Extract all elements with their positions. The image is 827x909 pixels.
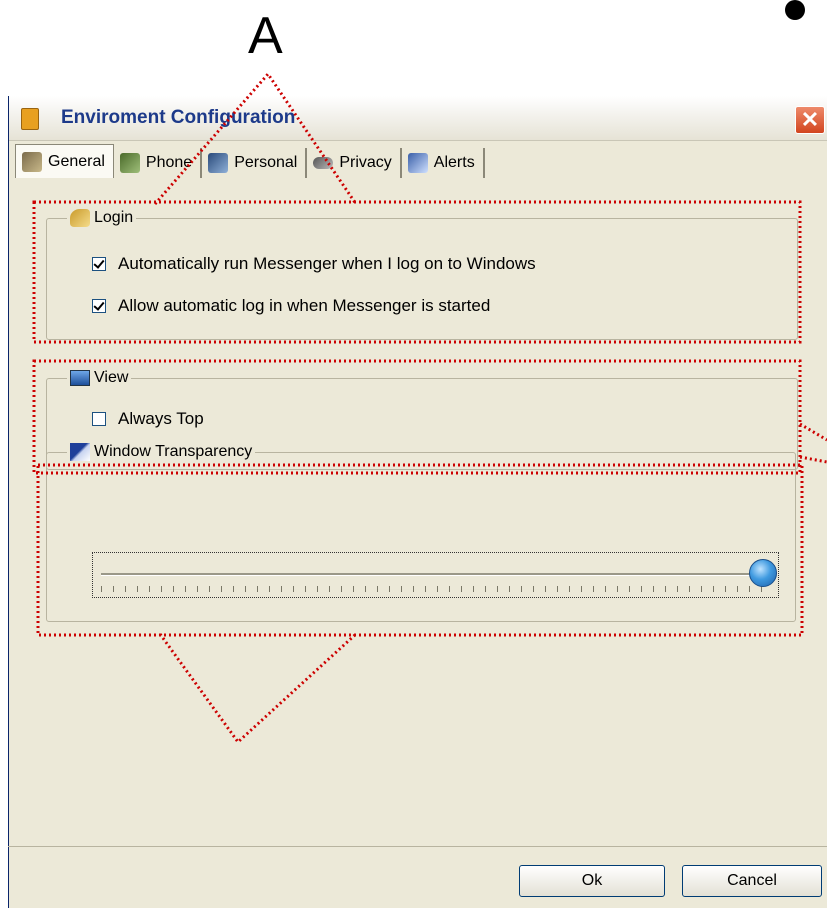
callout-box-view <box>32 359 802 475</box>
callout-pointer-b2 <box>799 455 827 464</box>
callout-box-login <box>32 200 802 344</box>
annotation-overlay <box>32 71 827 745</box>
callout-pointer-b <box>799 422 827 442</box>
callout-box-transparency <box>36 463 804 637</box>
callout-pointer-a <box>153 71 358 205</box>
callout-pointer-c <box>158 632 358 745</box>
